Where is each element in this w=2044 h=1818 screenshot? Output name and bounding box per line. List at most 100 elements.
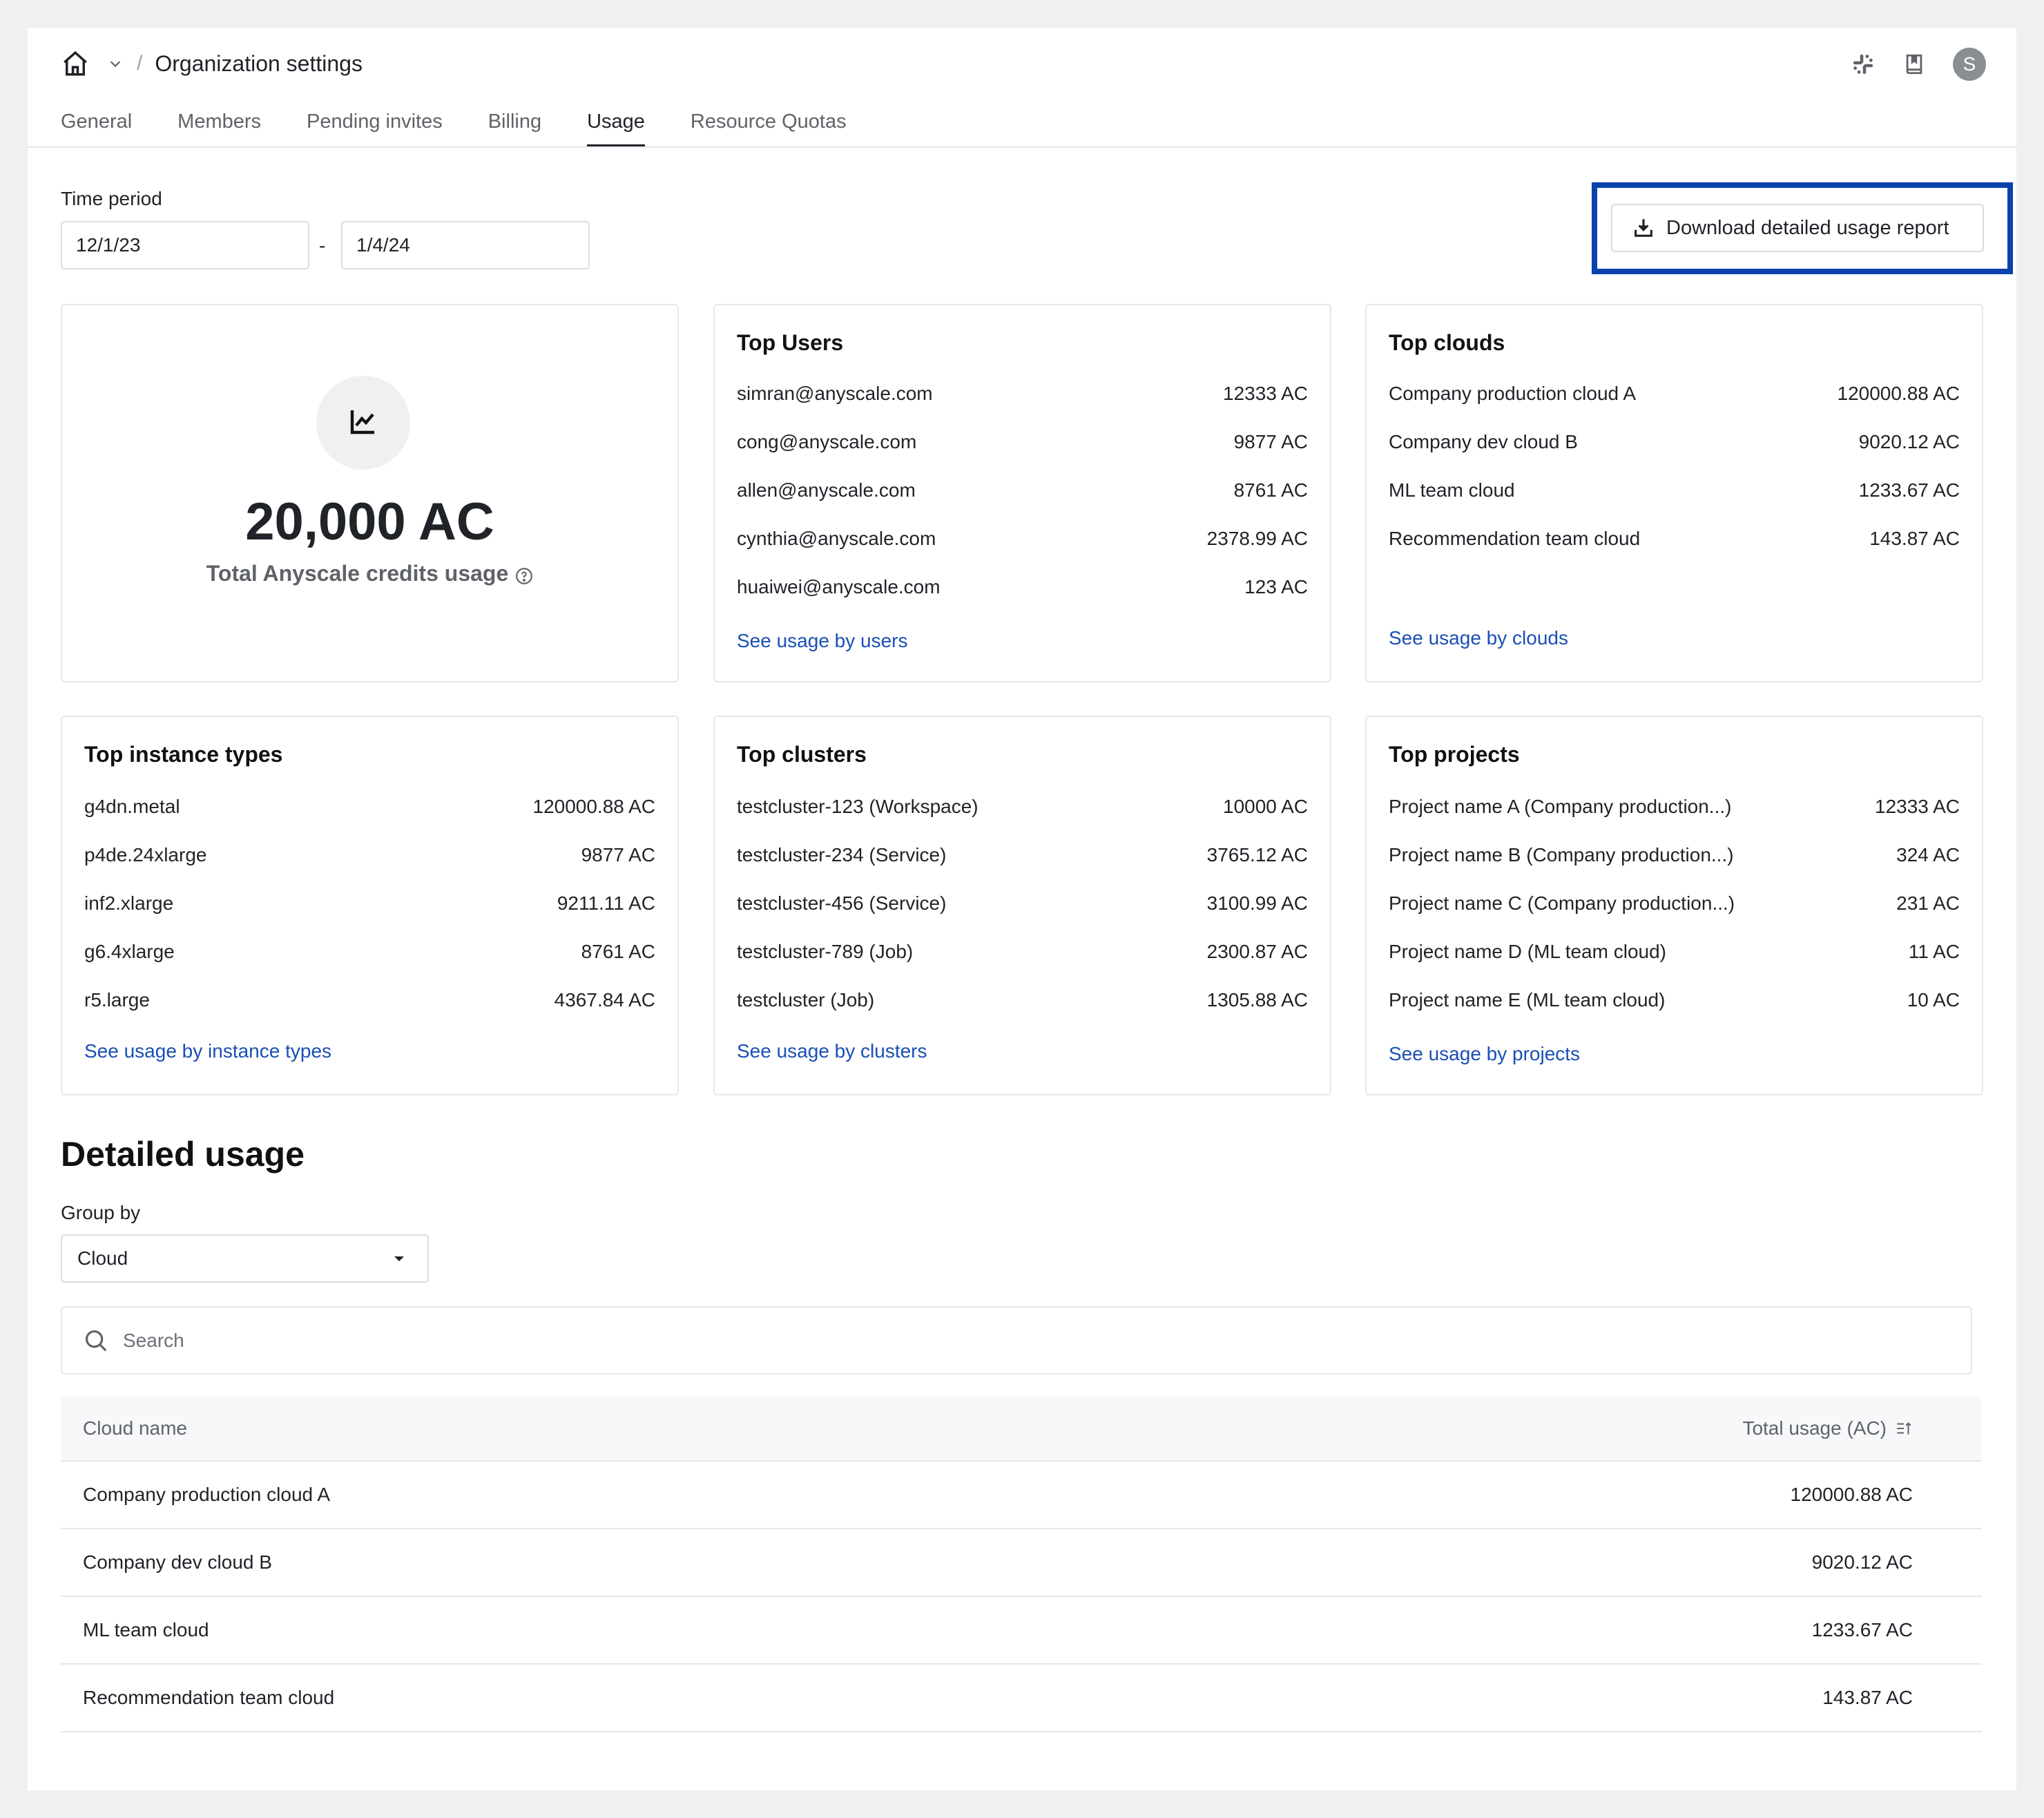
card-title: Top projects bbox=[1389, 742, 1520, 767]
tab-billing[interactable]: Billing bbox=[488, 104, 541, 148]
breadcrumb: / Organization settings bbox=[61, 47, 363, 80]
chart-icon-badge bbox=[316, 376, 410, 470]
list-item: Project name C (Company production...) 23… bbox=[1389, 892, 1960, 920]
item-value: 4367.84 AC bbox=[554, 989, 655, 1011]
tab-general[interactable]: General bbox=[61, 104, 132, 148]
item-value: 123 AC bbox=[1244, 576, 1308, 597]
top-clouds-card: Top clouds Company production cloud A 120… bbox=[1365, 304, 1983, 682]
end-date-input[interactable]: 1/4/24 bbox=[341, 221, 590, 269]
chevron-down-icon[interactable] bbox=[108, 56, 123, 71]
caret-down-icon bbox=[394, 1256, 404, 1261]
item-value: 8761 AC bbox=[1233, 479, 1308, 501]
item-value: 143.87 AC bbox=[1869, 528, 1960, 549]
list-item: allen@anyscale.com 8761 AC bbox=[737, 479, 1308, 507]
table-row[interactable]: Recommendation team cloud 143.87 AC bbox=[61, 1665, 1982, 1732]
item-value: 9877 AC bbox=[1233, 431, 1308, 452]
home-icon[interactable] bbox=[61, 49, 90, 78]
total-usage-label-row: Total Anyscale credits usage bbox=[62, 561, 677, 586]
user-avatar[interactable]: S bbox=[1953, 48, 1986, 81]
see-usage-by-clusters-link[interactable]: See usage by clusters bbox=[737, 1040, 927, 1062]
group-by-value: Cloud bbox=[77, 1247, 128, 1269]
card-title: Top clusters bbox=[737, 742, 867, 767]
total-usage-value: 20,000 AC bbox=[245, 492, 494, 551]
start-date-input[interactable]: 12/1/23 bbox=[61, 221, 309, 269]
item-name: testcluster-234 (Service) bbox=[737, 844, 947, 865]
list-item: testcluster-456 (Service) 3100.99 AC bbox=[737, 892, 1308, 920]
item-value: 10 AC bbox=[1907, 989, 1960, 1011]
settings-tabs: General Members Pending invites Billing … bbox=[61, 104, 892, 148]
item-name: cynthia@anyscale.com bbox=[737, 528, 936, 549]
date-range-separator: - bbox=[319, 235, 326, 256]
search-icon bbox=[83, 1328, 109, 1354]
table-row[interactable]: ML team cloud 1233.67 AC bbox=[61, 1597, 1982, 1665]
header-actions: S bbox=[1851, 47, 1986, 82]
sort-ascending-icon[interactable] bbox=[1895, 1419, 1913, 1437]
item-value: 3100.99 AC bbox=[1206, 892, 1308, 914]
column-header-cloud-name[interactable]: Cloud name bbox=[83, 1417, 187, 1439]
card-title: Top clouds bbox=[1389, 330, 1505, 355]
tab-usage[interactable]: Usage bbox=[587, 104, 645, 148]
search-input[interactable] bbox=[123, 1329, 1918, 1352]
see-usage-by-instance-types-link[interactable]: See usage by instance types bbox=[84, 1040, 331, 1062]
item-name: g4dn.metal bbox=[84, 796, 180, 817]
list-item: testcluster-123 (Workspace) 10000 AC bbox=[737, 796, 1308, 823]
cell-total-usage: 1233.67 AC bbox=[1811, 1619, 1913, 1640]
tab-members[interactable]: Members bbox=[177, 104, 261, 148]
column-header-total-usage-label: Total usage (AC) bbox=[1742, 1417, 1887, 1439]
list-item: testcluster (Job) 1305.88 AC bbox=[737, 989, 1308, 1017]
usage-table: Cloud name Total usage (AC) Company prod… bbox=[61, 1397, 1982, 1732]
top-users-card: Top Users simran@anyscale.com 12333 AC co… bbox=[713, 304, 1331, 682]
item-name: Company production cloud A bbox=[1389, 383, 1636, 404]
tab-pending-invites[interactable]: Pending invites bbox=[307, 104, 443, 148]
item-value: 2300.87 AC bbox=[1206, 941, 1308, 962]
line-chart-icon bbox=[347, 405, 380, 441]
list-item: Recommendation team cloud 143.87 AC bbox=[1389, 528, 1960, 555]
docs-book-icon[interactable] bbox=[1902, 52, 1927, 77]
item-value: 1305.88 AC bbox=[1206, 989, 1308, 1011]
column-header-total-usage[interactable]: Total usage (AC) bbox=[1742, 1417, 1913, 1439]
list-item: testcluster-234 (Service) 3765.12 AC bbox=[737, 844, 1308, 872]
detailed-usage-heading: Detailed usage bbox=[61, 1135, 305, 1174]
tab-resource-quotas[interactable]: Resource Quotas bbox=[691, 104, 847, 148]
group-by-select[interactable]: Cloud bbox=[61, 1234, 429, 1283]
cell-cloud-name: Company production cloud A bbox=[83, 1484, 330, 1505]
see-usage-by-clouds-link[interactable]: See usage by clouds bbox=[1389, 627, 1568, 649]
list-item: huaiwei@anyscale.com 123 AC bbox=[737, 576, 1308, 604]
cell-cloud-name: ML team cloud bbox=[83, 1619, 209, 1640]
download-report-button[interactable]: Download detailed usage report bbox=[1611, 204, 1984, 252]
item-value: 2378.99 AC bbox=[1206, 528, 1308, 549]
table-row[interactable]: Company dev cloud B 9020.12 AC bbox=[61, 1529, 1982, 1597]
list-item: g6.4xlarge 8761 AC bbox=[84, 941, 655, 968]
list-item: testcluster-789 (Job) 2300.87 AC bbox=[737, 941, 1308, 968]
see-usage-by-projects-link[interactable]: See usage by projects bbox=[1389, 1043, 1580, 1065]
card-title: Top Users bbox=[737, 330, 844, 355]
item-name: Project name A (Company production...) bbox=[1389, 796, 1732, 817]
list-item: Company production cloud A 120000.88 AC bbox=[1389, 383, 1960, 410]
time-period-label: Time period bbox=[61, 188, 162, 209]
item-name: Project name C (Company production...) bbox=[1389, 892, 1735, 914]
list-item: Project name E (ML team cloud) 10 AC bbox=[1389, 989, 1960, 1017]
item-name: ML team cloud bbox=[1389, 479, 1515, 501]
top-instance-types-card: Top instance types g4dn.metal 120000.88 A… bbox=[61, 716, 679, 1095]
search-field[interactable] bbox=[61, 1306, 1972, 1375]
table-row[interactable]: Company production cloud A 120000.88 AC bbox=[61, 1462, 1982, 1529]
item-value: 3765.12 AC bbox=[1206, 844, 1308, 865]
see-usage-by-users-link[interactable]: See usage by users bbox=[737, 630, 908, 652]
slack-icon[interactable] bbox=[1851, 52, 1876, 77]
tabs-divider bbox=[28, 146, 2016, 148]
item-name: Company dev cloud B bbox=[1389, 431, 1578, 452]
help-icon[interactable] bbox=[515, 565, 533, 584]
settings-panel: / Organization settings S General Member… bbox=[28, 28, 2016, 1790]
list-item: Project name D (ML team cloud) 11 AC bbox=[1389, 941, 1960, 968]
list-item: Project name A (Company production...) 12… bbox=[1389, 796, 1960, 823]
list-item: Project name B (Company production...) 32… bbox=[1389, 844, 1960, 872]
group-by-label: Group by bbox=[61, 1202, 141, 1223]
cell-cloud-name: Company dev cloud B bbox=[83, 1551, 272, 1573]
item-name: Recommendation team cloud bbox=[1389, 528, 1641, 549]
top-clusters-card: Top clusters testcluster-123 (Workspace)… bbox=[713, 716, 1331, 1095]
item-name: testcluster-456 (Service) bbox=[737, 892, 947, 914]
list-item: simran@anyscale.com 12333 AC bbox=[737, 383, 1308, 410]
cell-total-usage: 120000.88 AC bbox=[1790, 1484, 1913, 1505]
list-item: g4dn.metal 120000.88 AC bbox=[84, 796, 655, 823]
list-item: Company dev cloud B 9020.12 AC bbox=[1389, 431, 1960, 459]
